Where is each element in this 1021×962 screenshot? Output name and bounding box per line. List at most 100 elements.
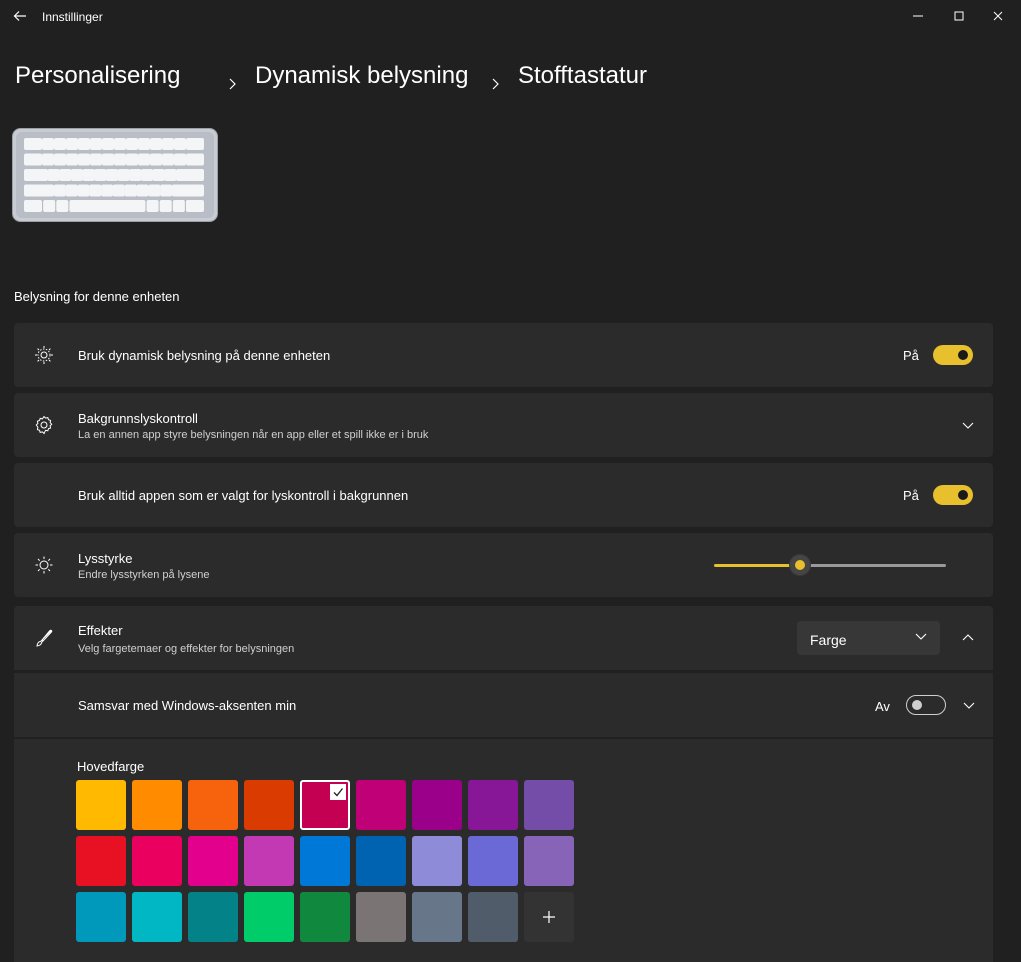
keyboard-key	[126, 138, 138, 150]
keyboard-key	[90, 138, 102, 150]
section-label: Belysning for denne enheten	[14, 289, 180, 304]
color-swatch[interactable]	[300, 892, 350, 942]
keyboard-key	[146, 200, 159, 212]
maximize-button[interactable]	[941, 0, 977, 32]
keyboard-key	[47, 169, 60, 181]
keyboard-key	[66, 153, 78, 166]
dynamic-lighting-icon	[34, 345, 54, 365]
chevron-up-icon[interactable]	[961, 631, 975, 645]
color-swatch[interactable]	[76, 780, 126, 830]
always-use-app-toggle[interactable]	[933, 485, 973, 505]
effects-dropdown-value: Farge	[810, 632, 847, 648]
keyboard-key	[129, 169, 142, 181]
color-swatch[interactable]	[132, 836, 182, 886]
keyboard-key	[117, 169, 130, 181]
slider-track	[800, 564, 946, 567]
color-swatch[interactable]	[412, 780, 462, 830]
gear-icon	[34, 415, 54, 435]
color-swatch[interactable]	[524, 780, 574, 830]
keyboard-key	[176, 169, 204, 181]
keyboard-key	[136, 184, 149, 197]
color-swatch[interactable]	[132, 780, 182, 830]
keyboard-key	[82, 169, 95, 181]
minimize-button[interactable]	[900, 0, 936, 32]
breadcrumb-personalisering[interactable]: Personalisering	[15, 62, 180, 90]
plus-icon	[543, 911, 555, 923]
background-control-row[interactable]: Bakgrunnslyskontroll La en annen app sty…	[14, 393, 993, 457]
chevron-down-icon[interactable]	[962, 698, 976, 712]
keyboard-key	[53, 184, 66, 197]
brightness-slider[interactable]	[714, 555, 946, 575]
slider-thumb[interactable]	[790, 555, 810, 575]
color-swatch[interactable]	[244, 892, 294, 942]
keyboard-key	[162, 138, 174, 150]
brightness-icon	[34, 555, 54, 575]
color-swatch[interactable]	[356, 780, 406, 830]
keyboard-key	[54, 153, 66, 166]
color-swatch[interactable]	[188, 892, 238, 942]
effects-subtitle: Velg fargetemaer og effekter for belysni…	[78, 643, 295, 655]
close-button[interactable]	[980, 0, 1016, 32]
keyboard-key	[54, 138, 66, 150]
color-swatch[interactable]	[412, 836, 462, 886]
dynamic-lighting-toggle[interactable]	[933, 345, 973, 365]
keyboard-key	[78, 153, 90, 166]
keyboard-key	[138, 138, 150, 150]
color-swatch[interactable]	[76, 836, 126, 886]
chevron-down-icon	[914, 629, 928, 643]
keyboard-key	[43, 200, 56, 212]
keyboard-key	[102, 153, 114, 166]
dynamic-lighting-row: Bruk dynamisk belysning på denne enheten…	[14, 323, 993, 387]
keyboard-key	[162, 153, 174, 166]
keyboard-key	[24, 138, 42, 150]
keyboard-key	[94, 169, 107, 181]
back-arrow-icon[interactable]	[12, 8, 28, 24]
background-control-title: Bakgrunnslyskontroll	[78, 411, 198, 426]
background-control-subtitle: La en annen app styre belysningen når en…	[78, 429, 429, 441]
main-color-panel: Hovedfarge	[14, 739, 993, 962]
color-swatch[interactable]	[300, 836, 350, 886]
color-swatch[interactable]	[244, 780, 294, 830]
keyboard-key	[186, 200, 204, 212]
keyboard-key	[174, 153, 186, 166]
color-swatch[interactable]	[76, 892, 126, 942]
chevron-down-icon[interactable]	[961, 418, 975, 432]
keyboard-key	[186, 153, 204, 166]
color-swatch[interactable]	[244, 836, 294, 886]
always-use-app-row: Bruk alltid appen som er valgt for lysko…	[14, 463, 993, 527]
keyboard-key	[24, 200, 42, 212]
color-swatch[interactable]	[468, 780, 518, 830]
keyboard-key	[114, 153, 126, 166]
color-swatch[interactable]	[356, 892, 406, 942]
accent-match-toggle[interactable]	[906, 695, 946, 715]
keyboard-key	[101, 184, 114, 197]
color-swatch[interactable]	[468, 892, 518, 942]
main-color-label: Hovedfarge	[77, 759, 145, 774]
keyboard-key	[24, 169, 48, 181]
chevron-right-icon	[490, 70, 502, 90]
keyboard-key	[42, 138, 54, 150]
effects-row: Effekter Velg fargetemaer og effekter fo…	[14, 606, 993, 670]
color-swatch[interactable]	[300, 780, 350, 830]
color-swatch[interactable]	[188, 836, 238, 886]
color-swatch[interactable]	[524, 836, 574, 886]
keyboard-key	[77, 184, 90, 197]
toggle-state-label: På	[903, 348, 919, 363]
window-title: Innstillinger	[42, 10, 103, 24]
add-custom-color-button[interactable]	[524, 892, 574, 942]
keyboard-key	[24, 184, 54, 197]
effects-dropdown[interactable]: Farge	[797, 621, 940, 655]
keyboard-key	[24, 153, 42, 166]
keyboard-key	[71, 169, 83, 181]
keyboard-key	[160, 184, 173, 197]
color-swatch[interactable]	[132, 892, 182, 942]
keyboard-key	[150, 138, 162, 150]
color-swatch[interactable]	[356, 836, 406, 886]
keyboard-key	[56, 200, 69, 212]
color-swatch[interactable]	[188, 780, 238, 830]
breadcrumb-dynamisk-belysning[interactable]: Dynamisk belysning	[255, 62, 468, 90]
toggle-knob	[958, 350, 968, 360]
color-swatch[interactable]	[412, 892, 462, 942]
color-swatch[interactable]	[468, 836, 518, 886]
toggle-state-label: Av	[875, 699, 890, 714]
